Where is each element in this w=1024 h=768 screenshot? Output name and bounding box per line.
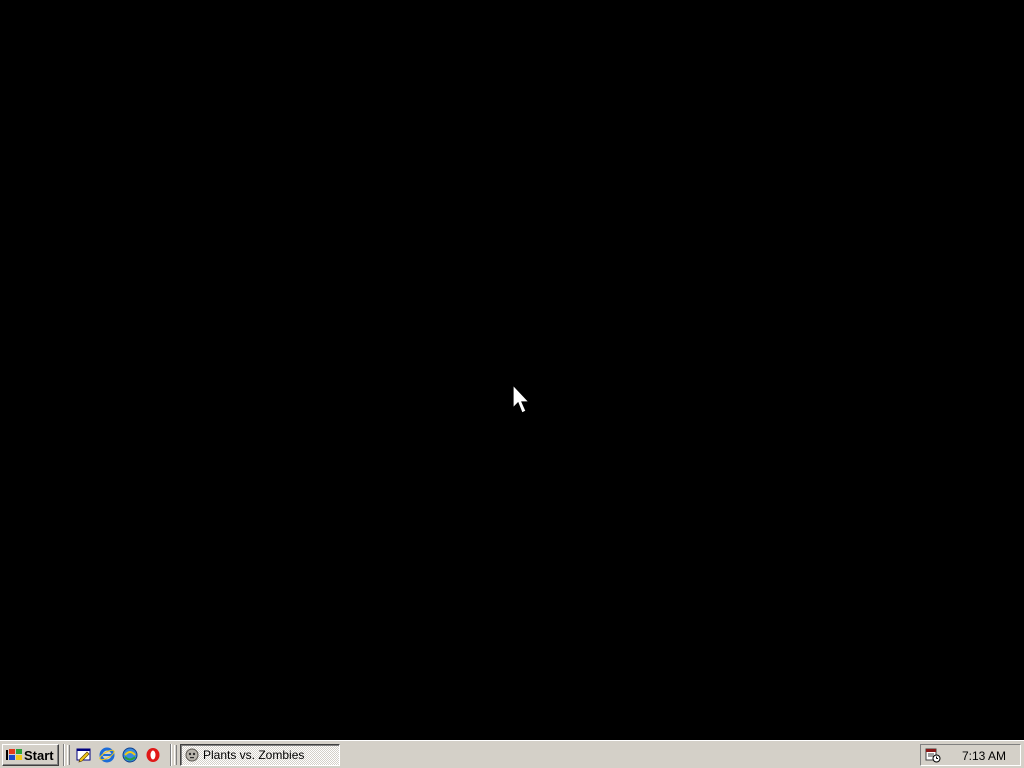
show-desktop-icon[interactable] — [76, 747, 92, 763]
separator — [170, 744, 172, 766]
separator — [63, 744, 65, 766]
arrow-cursor-icon — [512, 384, 531, 414]
task-button-plants-vs-zombies[interactable]: Plants vs. Zombies — [180, 744, 340, 766]
internet-explorer-icon[interactable] — [99, 747, 115, 763]
start-button[interactable]: Start — [2, 744, 59, 766]
windows-logo-icon — [6, 749, 22, 760]
system-tray: 7:13 AM — [920, 744, 1021, 766]
clock[interactable]: 7:13 AM — [962, 749, 1006, 763]
desktop[interactable] — [0, 0, 1024, 740]
start-label: Start — [24, 747, 54, 763]
task-button-label: Plants vs. Zombies — [203, 748, 305, 762]
windows-update-icon[interactable] — [122, 747, 138, 763]
opera-icon[interactable] — [145, 747, 161, 763]
task-scheduler-icon[interactable] — [925, 747, 941, 763]
taskbar: Start Plants vs. Zombies 7:13 AM — [0, 740, 1024, 768]
quick-launch-grip[interactable] — [67, 745, 70, 765]
task-band-grip[interactable] — [174, 745, 177, 765]
plants-vs-zombies-icon — [185, 748, 199, 762]
